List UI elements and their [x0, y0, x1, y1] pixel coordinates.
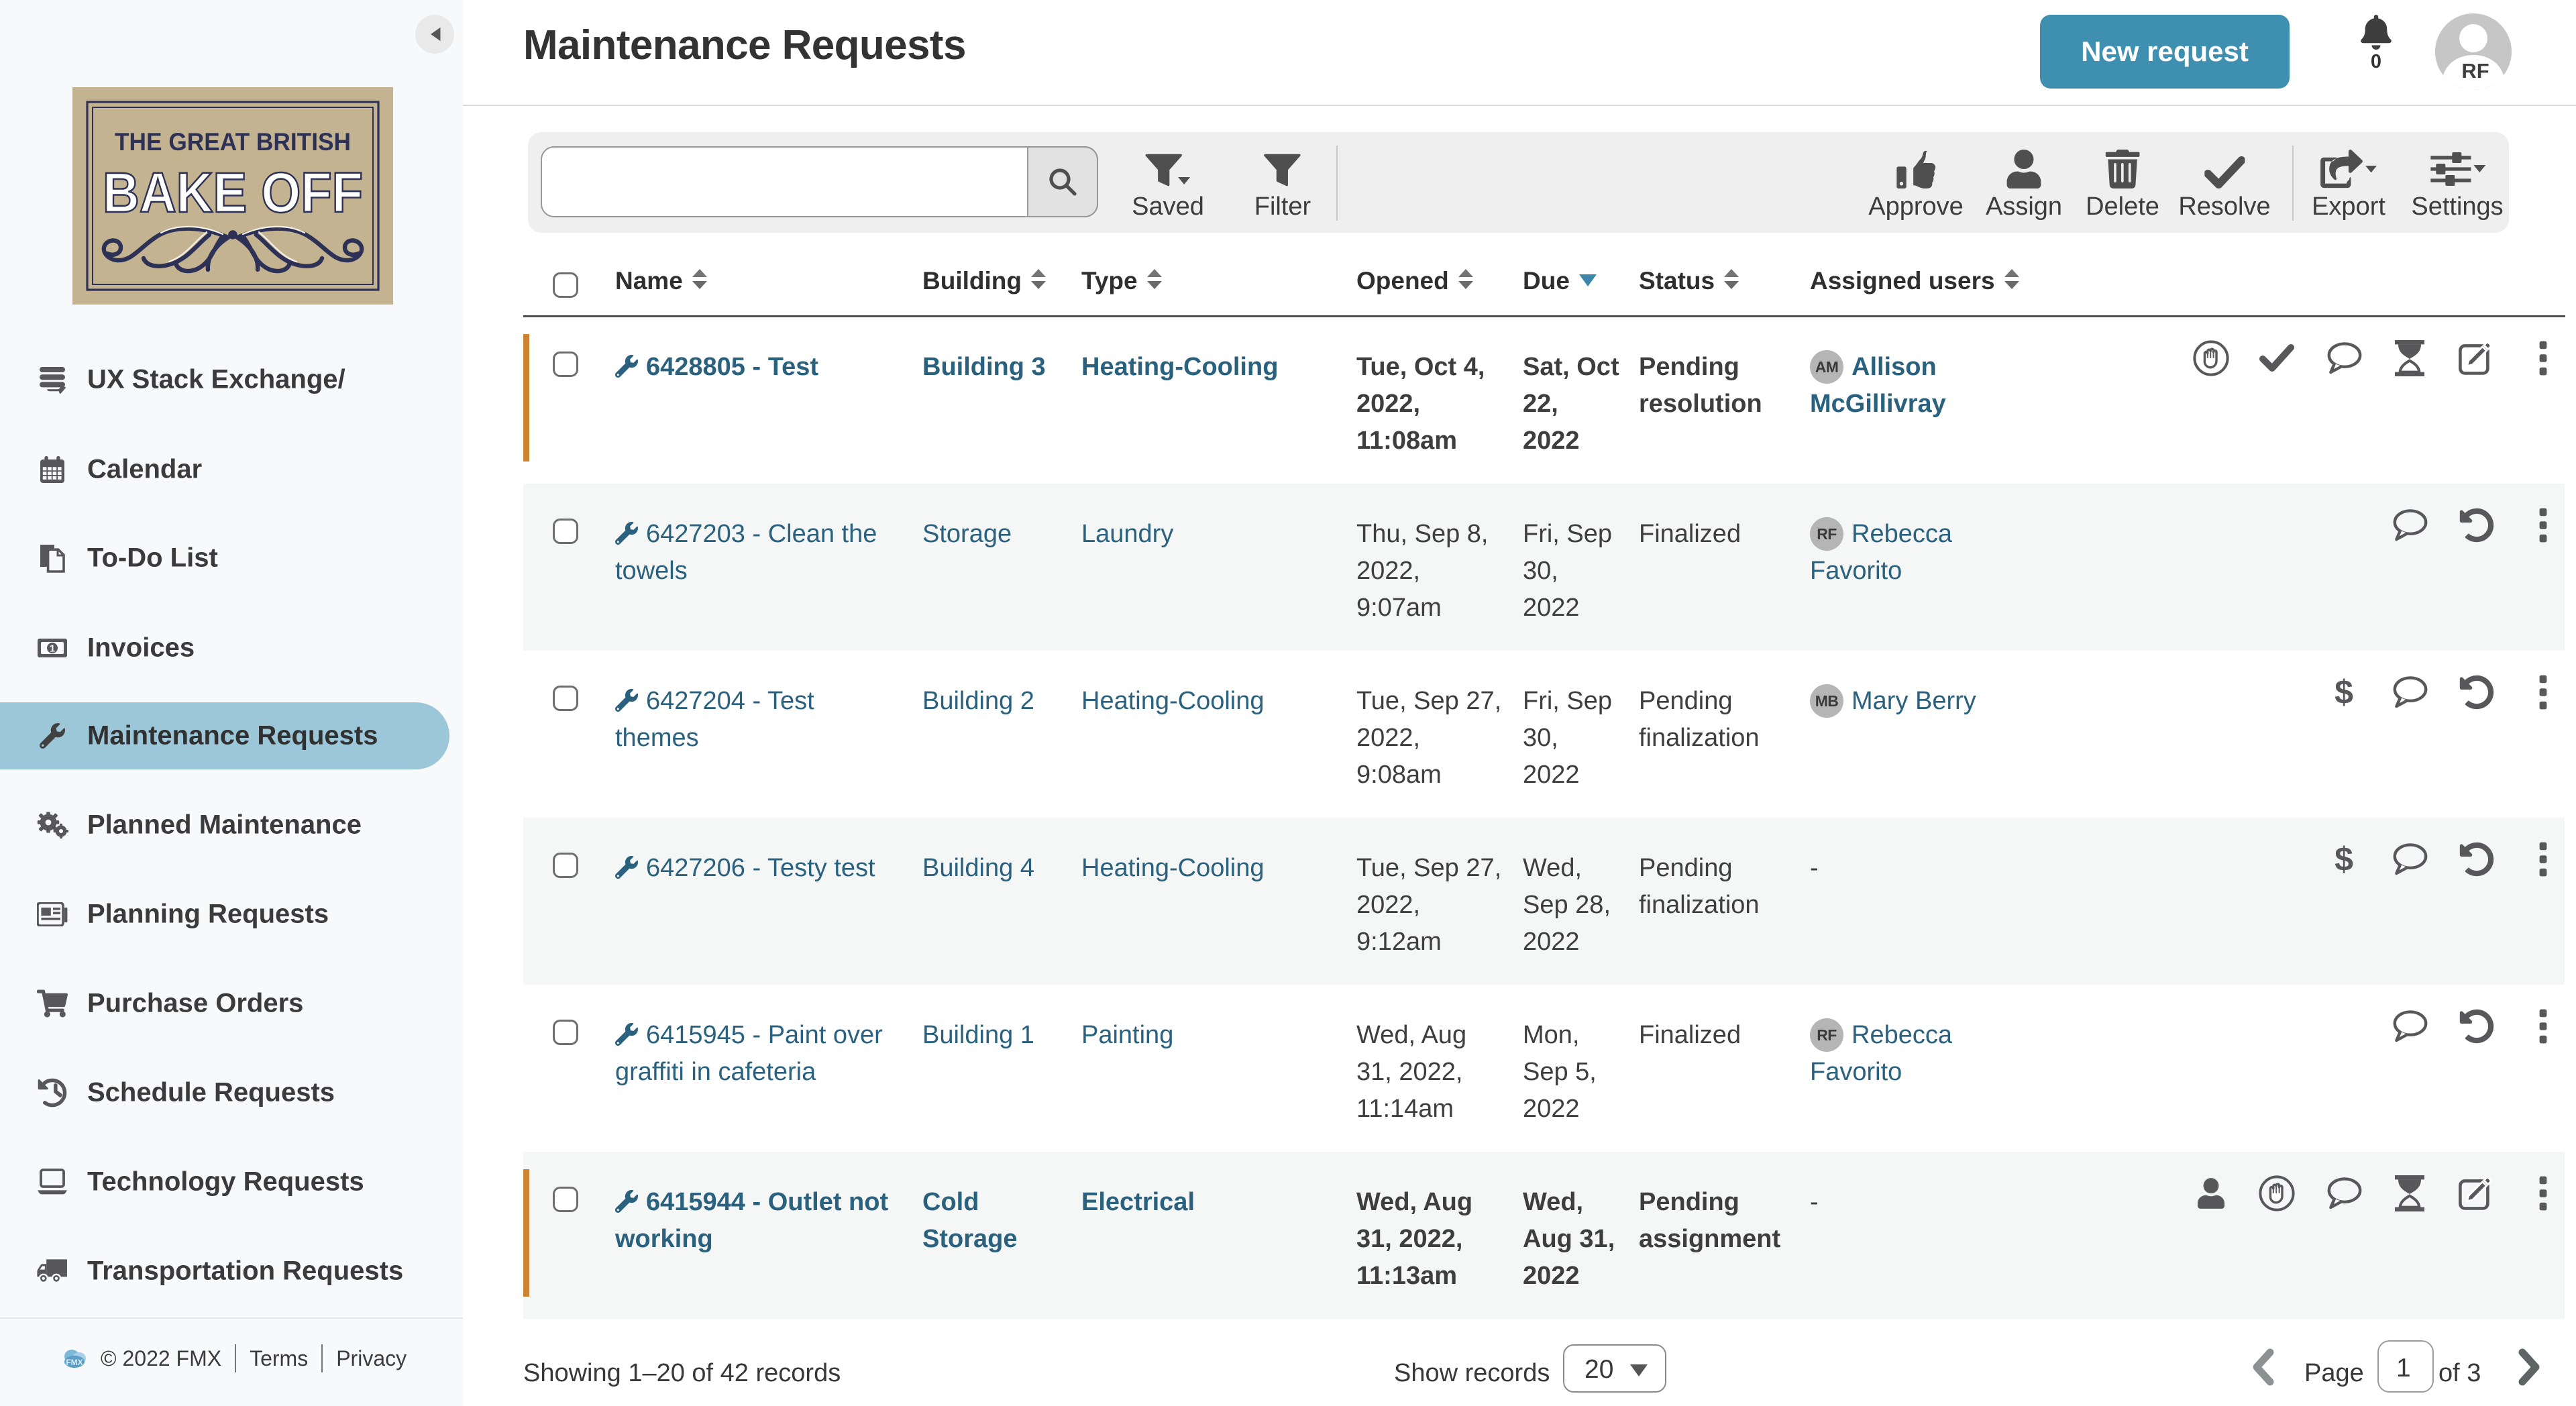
- svg-text:1: 1: [50, 643, 55, 654]
- svg-text:RF: RF: [2461, 59, 2489, 83]
- svg-text:FMX: FMX: [66, 1358, 83, 1367]
- svg-text:BAKE OFF: BAKE OFF: [103, 161, 363, 224]
- svg-text:THE GREAT BRITISH: THE GREAT BRITISH: [115, 128, 351, 156]
